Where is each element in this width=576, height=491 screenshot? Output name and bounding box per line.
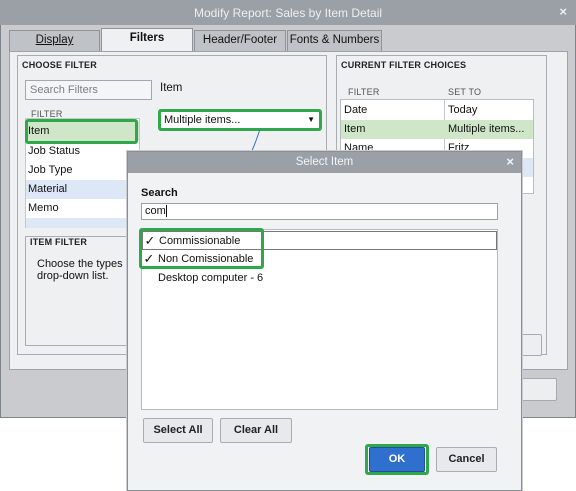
item-filter-heading: ITEM FILTER (30, 237, 88, 247)
choose-filter-heading: CHOOSE FILTER (22, 60, 97, 70)
item-filter-description: Choose the types of (37, 258, 135, 270)
search-label: Search (141, 187, 178, 199)
revert-button[interactable] (520, 334, 542, 356)
table-cell[interactable]: Item (341, 120, 444, 139)
close-icon[interactable]: × (559, 4, 567, 19)
select-item-title-bar: Select Item × (128, 152, 521, 173)
close-icon[interactable]: × (506, 154, 514, 169)
list-item[interactable]: Desktop computer - 6 (142, 269, 497, 288)
filter-item-job-type[interactable]: Job Type (26, 161, 139, 180)
search-value: com (145, 205, 166, 217)
current-filter-heading: CURRENT FILTER CHOICES (341, 60, 467, 70)
help-button[interactable] (520, 378, 557, 401)
set-to-col-header: SET TO (448, 87, 482, 97)
highlight-ok-button (365, 444, 429, 475)
filter-item-material[interactable]: Material (26, 180, 139, 199)
tab-fonts-numbers[interactable]: Fonts & Numbers (287, 30, 382, 51)
filter-item-job-status[interactable]: Job Status (26, 142, 139, 161)
tab-display-label: Display (35, 34, 74, 46)
item-search-input[interactable]: com (141, 203, 498, 220)
highlight-checked-items (139, 228, 264, 269)
selected-filter-label: Item (160, 82, 183, 94)
table-cell[interactable]: Today (445, 101, 533, 120)
tab-filters[interactable]: Filters (101, 28, 193, 52)
cancel-button[interactable]: Cancel (436, 447, 497, 472)
clear-all-button[interactable]: Clear All (220, 418, 292, 443)
select-all-button[interactable]: Select All (143, 418, 213, 443)
tab-header-footer-label: Header/Footer (202, 34, 278, 46)
filter-col-header: FILTER (348, 87, 380, 97)
highlight-item-filter (25, 119, 138, 144)
select-item-title: Select Item (295, 156, 354, 168)
tab-display[interactable]: Display (9, 30, 100, 51)
table-cell[interactable]: Date (341, 101, 444, 120)
item-filter-description-2: drop-down list. (37, 270, 109, 282)
item-label-desktop-computer: Desktop computer - 6 (158, 272, 264, 284)
tab-fonts-numbers-label: Fonts & Numbers (289, 34, 380, 46)
tab-header-footer[interactable]: Header/Footer (194, 30, 286, 51)
table-cell[interactable]: Multiple items... (445, 120, 533, 139)
window-title: Modify Report: Sales by Item Detail (193, 6, 383, 20)
tab-filters-label: Filters (129, 32, 165, 44)
list-item (26, 218, 139, 228)
title-bar: Modify Report: Sales by Item Detail × (0, 0, 576, 25)
text-cursor (165, 205, 167, 218)
search-filters-input[interactable]: Search Filters (25, 80, 152, 100)
filter-item-memo[interactable]: Memo (26, 199, 139, 218)
